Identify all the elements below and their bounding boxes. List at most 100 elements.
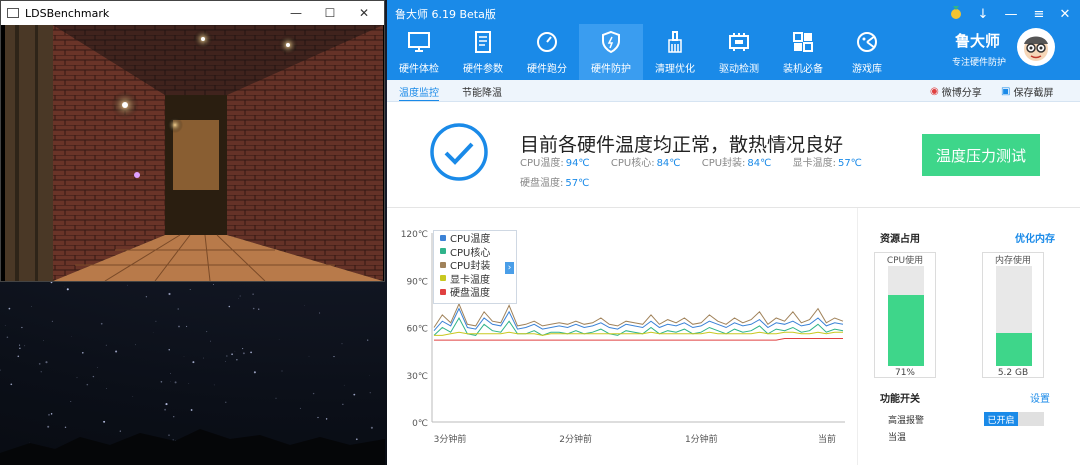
game-icon: [857, 32, 877, 52]
star: [165, 403, 168, 406]
star: [231, 353, 233, 356]
star: [45, 361, 48, 364]
legend-swatch: [440, 234, 446, 241]
star: [333, 356, 335, 358]
cpu-temp-label: CPU温度:: [520, 158, 564, 169]
brick-corridor-scene: [5, 25, 383, 281]
star: [168, 292, 171, 296]
star: [225, 361, 226, 362]
app-title: 鲁大师 6.19 Beta版: [395, 8, 496, 21]
master-lu-window[interactable]: 鲁大师 6.19 Beta版 ↓ — ≡ ✕ 硬件体检 硬件参数 硬件跑分 硬件…: [387, 0, 1080, 465]
save-screenshot-button[interactable]: ▣ 保存截屏: [1001, 84, 1053, 99]
window-icon: [7, 8, 19, 18]
nav-driver-check[interactable]: 驱动检测: [707, 24, 771, 80]
monitor-icon: [408, 32, 430, 52]
memory-usage-value: 5.2 GB: [997, 368, 1029, 378]
star: [342, 403, 344, 405]
cpu-core-value: 84℃: [656, 158, 681, 169]
star: [304, 304, 305, 306]
apps-icon: [793, 32, 813, 52]
star: [10, 383, 13, 386]
star: [226, 355, 228, 357]
star: [188, 383, 190, 384]
star: [369, 392, 371, 394]
star: [252, 293, 254, 295]
lds-benchmark-window[interactable]: LDSBenchmark — ☐ ✕: [0, 0, 385, 282]
star: [250, 351, 252, 354]
sub-tab-bar: 温度监控 节能降温 ◉ 微博分享 ▣ 保存截屏: [387, 80, 1080, 102]
cpu-temp-value: 94℃: [565, 158, 590, 169]
avatar[interactable]: [1017, 28, 1055, 66]
nav-hardware-protection[interactable]: 硬件防护: [579, 24, 643, 80]
brand-slogan: 专注硬件防护: [952, 58, 1007, 68]
star: [174, 381, 177, 384]
legend-swatch: [440, 275, 446, 282]
gpu-temp-value: 57℃: [837, 158, 862, 169]
nav-hardware-checkup[interactable]: 硬件体检: [387, 24, 451, 80]
star: [312, 392, 315, 395]
nav-label: 驱动检测: [719, 64, 759, 75]
maximize-button[interactable]: ☐: [313, 1, 347, 25]
download-icon[interactable]: ↓: [969, 2, 997, 26]
star: [213, 284, 214, 285]
document-icon: [475, 31, 491, 53]
star: [242, 348, 244, 350]
star: [43, 340, 44, 341]
star: [210, 340, 211, 342]
cpu-usage-value: 71%: [894, 368, 915, 378]
legend-item: 硬盘温度: [434, 285, 516, 299]
broom-icon: [668, 31, 682, 53]
legend-swatch: [440, 288, 446, 295]
memory-usage-gauge: 内存使用 5.2 GB: [982, 252, 1044, 378]
weibo-share-button[interactable]: ◉ 微博分享: [930, 84, 982, 99]
star: [106, 387, 107, 389]
tab-energy-cooling[interactable]: 节能降温: [462, 84, 502, 99]
stress-test-button[interactable]: 温度压力测试: [922, 134, 1040, 176]
x-tick-label: 当前: [818, 433, 836, 445]
star: [135, 344, 136, 346]
check-circle-icon: [430, 123, 488, 181]
weibo-icon: ◉: [930, 86, 939, 97]
second-function-label: 当温: [888, 433, 907, 443]
temperature-readouts-row2: 硬盘温度: 57℃: [520, 174, 607, 189]
minimize-button[interactable]: —: [997, 2, 1025, 26]
nav-essentials[interactable]: 装机必备: [771, 24, 835, 80]
nav-cleanup[interactable]: 清理优化: [643, 24, 707, 80]
star: [343, 384, 345, 386]
menu-icon[interactable]: ≡: [1025, 2, 1053, 26]
minimize-button[interactable]: —: [279, 1, 313, 25]
cpu-package-value: 84℃: [747, 158, 772, 169]
shield-icon: [602, 30, 620, 54]
status-headline: 目前各硬件温度均正常，散热情况良好: [520, 134, 844, 156]
y-tick-label: 0℃: [412, 419, 428, 429]
nav-label: 硬件防护: [591, 64, 631, 75]
star: [0, 369, 1, 371]
optimize-memory-link[interactable]: 优化内存: [1015, 230, 1055, 245]
star: [19, 344, 21, 346]
nav-game-library[interactable]: 游戏库: [835, 24, 899, 80]
star: [258, 308, 260, 310]
x-tick-label: 2分钟前: [559, 433, 592, 445]
nav-hardware-params[interactable]: 硬件参数: [451, 24, 515, 80]
site-watermark: 值 什么值得买: [905, 420, 1080, 460]
star: [252, 307, 255, 310]
series-line-5: [434, 338, 843, 341]
star: [189, 289, 191, 291]
star: [170, 373, 171, 374]
mountain-silhouette: [0, 429, 385, 465]
legend-item: CPU温度: [434, 231, 516, 245]
nav-hardware-benchmark[interactable]: 硬件跑分: [515, 24, 579, 80]
tab-temperature-monitor[interactable]: 温度监控: [399, 84, 439, 101]
close-button[interactable]: ✕: [347, 1, 381, 25]
legend-collapse-icon[interactable]: ›: [505, 262, 514, 274]
temperature-readouts-row1: CPU温度: 94℃ CPU核心: 84℃ CPU封装: 84℃ 显卡温度: 57℃: [520, 154, 880, 169]
settings-link[interactable]: 设置: [1030, 390, 1050, 405]
medal-icon[interactable]: [949, 6, 963, 20]
legend-swatch: [440, 248, 446, 255]
star: [225, 401, 227, 403]
star: [40, 371, 42, 373]
star: [213, 384, 215, 386]
close-button[interactable]: ✕: [1051, 2, 1079, 26]
lds-titlebar[interactable]: LDSBenchmark — ☐ ✕: [1, 1, 384, 25]
cpu-usage-gauge: CPU使用 71%: [874, 252, 936, 378]
